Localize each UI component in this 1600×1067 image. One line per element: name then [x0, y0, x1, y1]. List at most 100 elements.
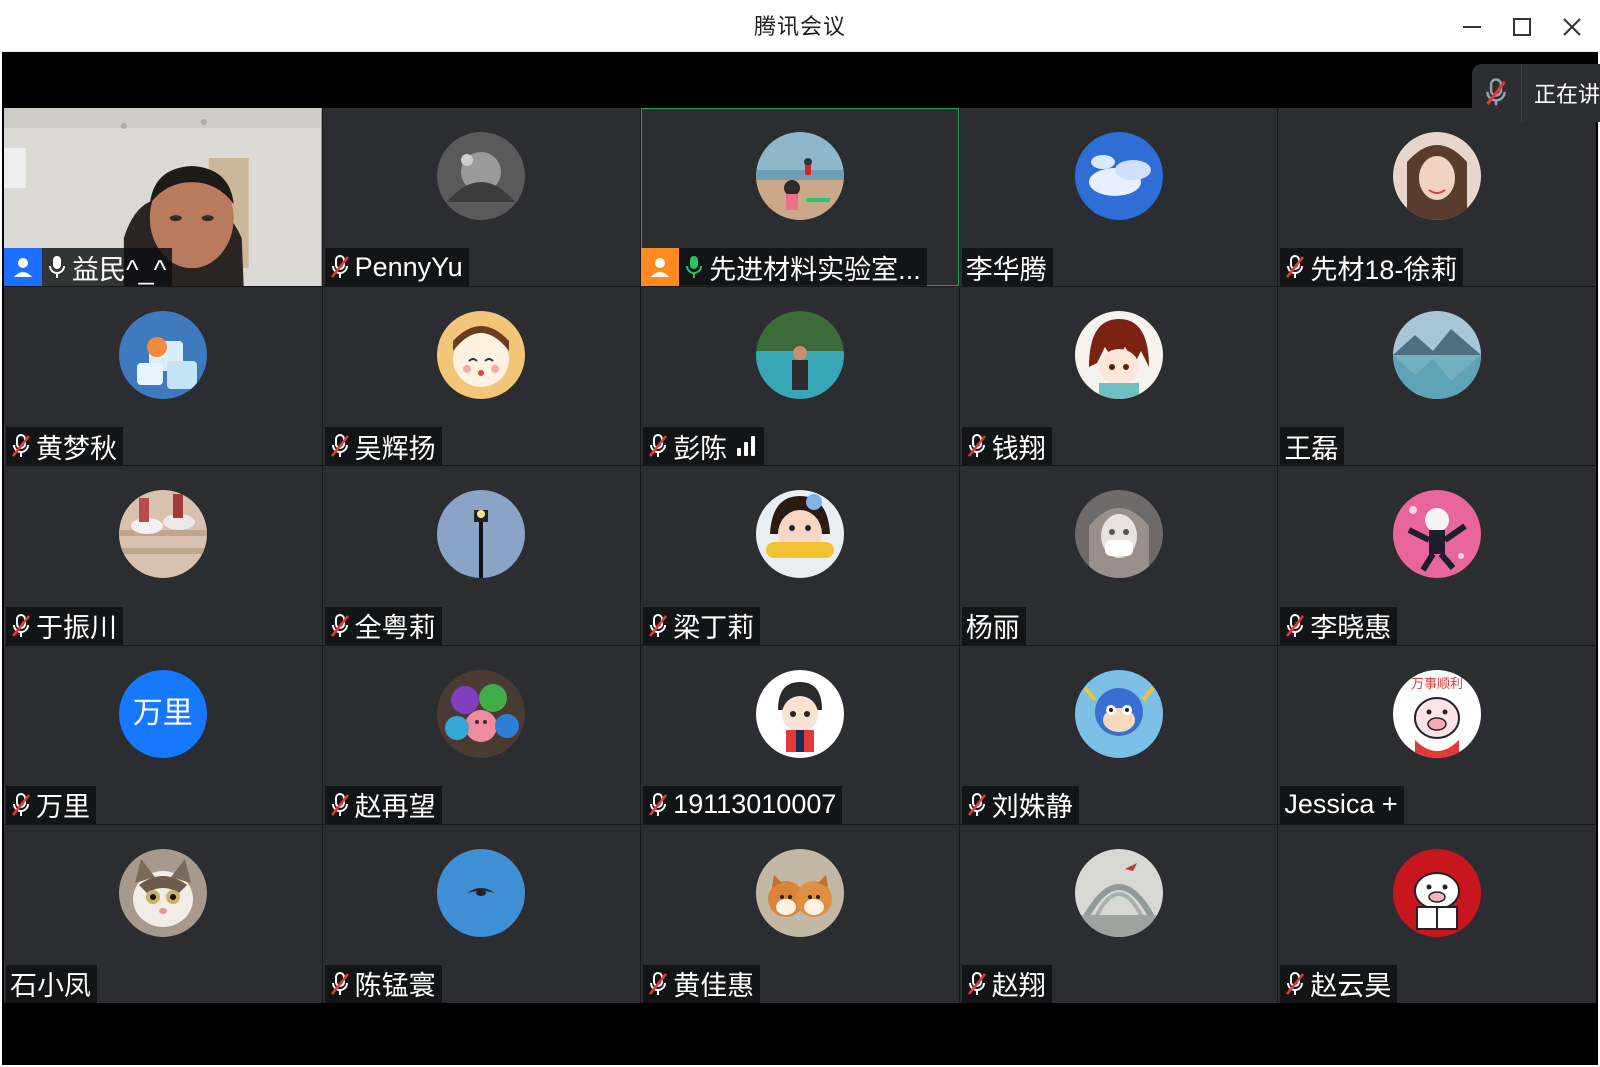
svg-text:万事顺利: 万事顺利 — [1411, 677, 1463, 692]
participant-avatar — [1074, 311, 1163, 400]
participant-grid: 益民^_^ PennyYu 先进材料实验室... 李华腾 先材18-徐莉黄梦秋 吴辉扬 彭陈… — [4, 108, 1596, 1003]
participant-name: 李华腾 — [965, 254, 1047, 285]
mic-on-icon[interactable] — [46, 254, 68, 280]
participant-name-bar: 王磊 — [1280, 427, 1345, 466]
mic-muted-icon[interactable] — [329, 971, 351, 997]
participant-name: 万里 — [36, 792, 90, 823]
participant-name: 赵云昊 — [1310, 971, 1392, 1002]
participant-tile[interactable]: 于振川 — [4, 466, 322, 645]
maximize-icon[interactable] — [1508, 13, 1536, 41]
participant-tile[interactable]: 赵翔 — [959, 824, 1278, 1003]
participant-tile[interactable]: 赵再望 — [322, 645, 641, 824]
participant-name-bar: 先进材料实验室... — [641, 248, 927, 287]
meeting-area: 益民^_^ PennyYu 先进材料实验室... 李华腾 先材18-徐莉黄梦秋 吴辉扬 彭陈… — [2, 52, 1598, 1065]
participant-tile[interactable]: 李晓惠 — [1278, 466, 1596, 645]
participant-name: 赵翔 — [991, 971, 1046, 1002]
mic-muted-icon[interactable] — [329, 433, 351, 459]
participant-name-bar: 石小凤 — [6, 964, 97, 1003]
participant-avatar — [437, 848, 526, 937]
participant-name: 于振川 — [36, 613, 117, 644]
participant-name: 吴辉扬 — [354, 433, 436, 464]
participant-avatar — [755, 669, 844, 758]
participant-name-bar: 杨丽 — [961, 606, 1026, 645]
participant-tile[interactable]: 万里 万里 — [4, 645, 322, 824]
mic-muted-icon[interactable] — [966, 433, 988, 459]
participant-name-bar: 赵翔 — [961, 964, 1052, 1003]
participant-name: 钱翔 — [991, 433, 1046, 464]
participant-tile[interactable]: 益民^_^ — [4, 108, 322, 287]
participant-name-bar: 全粤莉 — [324, 606, 442, 645]
participant-avatar — [755, 132, 844, 220]
mic-muted-icon[interactable] — [966, 971, 988, 997]
mic-muted-icon[interactable] — [647, 971, 669, 997]
participant-tile[interactable]: 吴辉扬 — [322, 287, 641, 466]
participant-avatar — [118, 311, 207, 400]
participant-avatar — [118, 490, 207, 579]
participant-avatar — [437, 669, 526, 758]
mic-muted-icon[interactable] — [329, 254, 351, 280]
participant-tile[interactable]: 王磊 — [1278, 287, 1596, 466]
participant-avatar — [755, 311, 844, 400]
participant-tile[interactable]: 钱翔 — [959, 287, 1278, 466]
mic-muted-icon[interactable] — [966, 792, 988, 818]
participant-name: 19113010007 — [673, 789, 837, 820]
cohost-icon — [651, 258, 670, 278]
mic-on-icon[interactable] — [683, 254, 705, 280]
participant-name-bar: 李晓惠 — [1280, 606, 1398, 645]
participant-tile[interactable]: 陈锰寰 — [322, 824, 641, 1003]
participant-tile[interactable]: PennyYu — [322, 108, 641, 287]
participant-tile[interactable]: 先进材料实验室... — [641, 108, 959, 287]
mic-muted-icon[interactable] — [10, 433, 32, 459]
participant-name-bar: 陈锰寰 — [324, 964, 442, 1003]
participant-tile[interactable]: 梁丁莉 — [641, 466, 959, 645]
participant-tile[interactable]: 赵云昊 — [1278, 824, 1596, 1003]
participant-tile[interactable]: 杨丽 — [959, 466, 1278, 645]
participant-avatar — [1074, 669, 1163, 758]
participant-avatar — [437, 490, 526, 579]
participant-name: 先进材料实验室... — [709, 254, 921, 285]
participant-name: 李晓惠 — [1310, 613, 1392, 644]
participant-name-bar: 梁丁莉 — [643, 606, 761, 645]
participant-avatar — [1074, 848, 1163, 937]
mic-muted-icon[interactable] — [1284, 971, 1306, 997]
participant-name-bar: 彭陈 — [643, 427, 765, 466]
minimize-icon[interactable] — [1458, 13, 1486, 41]
mic-muted-icon[interactable] — [1284, 613, 1306, 639]
participant-tile[interactable]: 万事顺利 Jessica + — [1278, 645, 1596, 824]
participant-tile[interactable]: 石小凤 — [4, 824, 322, 1003]
participant-name-bar: 黄梦秋 — [6, 427, 123, 466]
speaking-label: 正在讲 — [1533, 82, 1600, 107]
participant-name: 全粤莉 — [354, 613, 436, 644]
mic-muted-icon[interactable] — [647, 792, 669, 818]
participant-tile[interactable]: 黄佳惠 — [641, 824, 959, 1003]
participant-name-bar: 于振川 — [6, 606, 123, 645]
participant-tile[interactable]: 黄梦秋 — [4, 287, 322, 466]
mic-muted-icon[interactable] — [329, 613, 351, 639]
participant-tile[interactable]: 先材18-徐莉 — [1278, 108, 1596, 287]
participant-tile[interactable]: 彭陈 — [641, 287, 959, 466]
title-bar: 腾讯会议 — [0, 0, 1600, 52]
participant-name-bar: Jessica + — [1280, 785, 1404, 824]
participant-avatar — [1393, 490, 1482, 579]
participant-name-bar: PennyYu — [324, 248, 469, 287]
participant-avatar — [1393, 311, 1482, 400]
mic-muted-icon[interactable] — [10, 792, 32, 818]
participant-name: 石小凤 — [10, 971, 91, 1002]
participant-tile[interactable]: 全粤莉 — [322, 466, 641, 645]
mic-muted-icon[interactable] — [647, 613, 669, 639]
participant-tile[interactable]: 19113010007 — [641, 645, 959, 824]
close-icon[interactable] — [1558, 13, 1586, 41]
participant-name-bar: 钱翔 — [961, 427, 1052, 466]
mic-muted-icon[interactable] — [329, 792, 351, 818]
mic-muted-icon — [1472, 64, 1522, 122]
participant-name: 黄佳惠 — [673, 971, 755, 1002]
speaking-indicator[interactable]: 正在讲 — [1472, 64, 1600, 122]
participant-name-bar: 益民^_^ — [4, 248, 173, 287]
mic-muted-icon[interactable] — [10, 613, 32, 639]
participant-name-bar: 李华腾 — [961, 248, 1053, 287]
mic-muted-icon[interactable] — [1284, 254, 1306, 280]
participant-tile[interactable]: 李华腾 — [959, 108, 1278, 287]
window-title: 腾讯会议 — [753, 14, 846, 39]
mic-muted-icon[interactable] — [647, 433, 669, 459]
participant-tile[interactable]: 刘姝静 — [959, 645, 1278, 824]
